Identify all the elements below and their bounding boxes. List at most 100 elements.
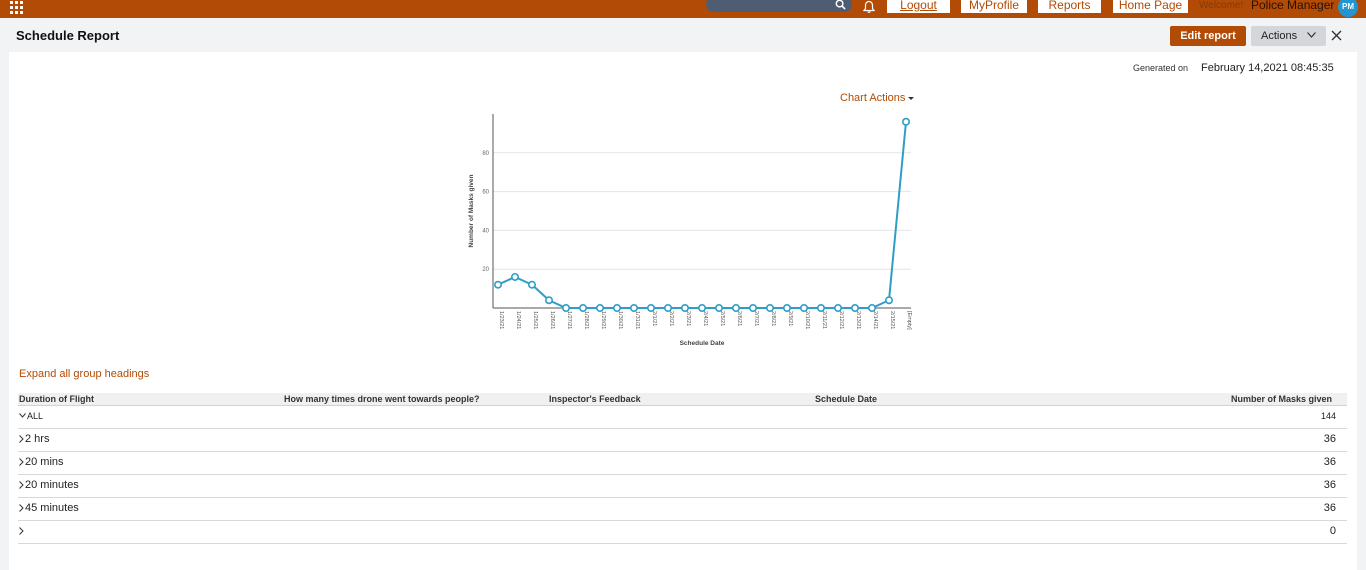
data-point: [562, 304, 571, 313]
data-point: [528, 280, 537, 289]
chart-actions-label: Chart Actions: [840, 92, 906, 104]
x-tick-label: 2/4/21: [702, 311, 708, 326]
top-navigation-bar: Logout MyProfile Reports Home Page Welco…: [0, 0, 1366, 18]
chevron-right-icon: [19, 458, 24, 466]
group-value: 36: [1323, 456, 1336, 468]
reports-link[interactable]: Reports: [1038, 0, 1101, 13]
x-tick-label: 2/13/21: [855, 311, 861, 329]
data-point: [630, 304, 639, 313]
data-point: [579, 304, 588, 313]
chevron-right-icon: [19, 527, 24, 535]
close-icon[interactable]: [1331, 30, 1342, 41]
series-line: [497, 121, 907, 309]
data-point: [799, 304, 808, 313]
data-point: [681, 304, 690, 313]
data-point: [833, 304, 842, 313]
data-point: [816, 304, 825, 313]
group-label-text: ALL: [27, 411, 44, 421]
x-tick-label: 2/2/21: [668, 311, 674, 326]
data-point: [867, 304, 876, 313]
report-table: Duration of Flight How many times drone …: [18, 393, 1347, 544]
group-row-all[interactable]: ALL 144: [18, 406, 1347, 429]
x-tick-label: 1/24/21: [515, 311, 521, 329]
chevron-right-icon: [19, 504, 24, 512]
group-label-text: 20 minutes: [25, 479, 79, 491]
x-tick-label: 2/14/21: [872, 311, 878, 329]
actions-menu-button[interactable]: Actions: [1251, 26, 1326, 46]
notification-bell-icon[interactable]: [862, 0, 876, 14]
group-label: [19, 525, 25, 537]
x-tick-label: 2/5/21: [719, 311, 725, 326]
data-point: [698, 304, 707, 313]
edit-report-button[interactable]: Edit report: [1170, 26, 1246, 46]
group-value: 36: [1323, 502, 1336, 514]
group-label-text: 20 mins: [25, 456, 64, 468]
x-axis-label: Schedule Date: [680, 340, 725, 347]
column-header-duration[interactable]: Duration of Flight: [19, 393, 94, 406]
column-header-masks[interactable]: Number of Masks given: [1231, 393, 1332, 406]
group-value: 144: [1320, 411, 1336, 421]
x-tick-label: 1/30/21: [617, 311, 623, 329]
group-row[interactable]: 20 minutes 36: [18, 475, 1347, 498]
x-tick-label: 1/26/21: [549, 311, 555, 329]
column-header-feedback[interactable]: Inspector's Feedback: [549, 393, 641, 406]
data-point: [782, 304, 791, 313]
column-header-schedule-date[interactable]: Schedule Date: [815, 393, 877, 406]
group-row[interactable]: 20 mins 36: [18, 452, 1347, 475]
group-value: 0: [1329, 525, 1336, 537]
data-point: [748, 304, 757, 313]
data-point: [664, 304, 673, 313]
data-point: [884, 296, 893, 305]
group-value: 36: [1323, 479, 1336, 491]
group-label-text: 45 minutes: [25, 502, 79, 514]
x-tick-label: 2/1/21: [651, 311, 657, 326]
user-avatar[interactable]: PM: [1338, 0, 1358, 17]
page-title: Schedule Report: [16, 28, 120, 43]
generated-on-value: February 14,2021 08:45:35: [1201, 62, 1334, 74]
group-label: ALL: [19, 411, 43, 421]
welcome-text: Welcome!: [1199, 0, 1244, 11]
x-tick-label: 1/29/21: [600, 311, 606, 329]
group-value: 36: [1323, 433, 1336, 445]
app-launcher-grid-icon[interactable]: [10, 1, 23, 14]
x-tick-label: 2/12/21: [838, 311, 844, 329]
caret-down-icon: [908, 96, 915, 100]
masks-line-chart: 20 40 60 80 Number of Masks given 1/23/21 1/24…: [468, 114, 912, 347]
global-search[interactable]: [706, 0, 852, 12]
y-tick-label: 60: [482, 190, 489, 196]
chevron-right-icon: [19, 435, 24, 443]
actions-label: Actions: [1261, 30, 1298, 42]
search-icon[interactable]: [835, 0, 846, 10]
chevron-down-icon: [1307, 32, 1316, 38]
column-header-drone-count[interactable]: How many times drone went towards people…: [284, 393, 480, 406]
my-profile-link[interactable]: MyProfile: [961, 0, 1027, 13]
data-point: [714, 304, 723, 313]
data-point: [510, 272, 519, 281]
chart-actions-menu[interactable]: Chart Actions: [840, 92, 915, 104]
expand-all-groups-link[interactable]: Expand all group headings: [19, 368, 149, 380]
home-page-link[interactable]: Home Page: [1113, 0, 1188, 13]
data-point: [493, 280, 502, 289]
x-tick-label: 2/7/21: [753, 311, 759, 326]
search-input[interactable]: [714, 0, 832, 12]
x-tick-label: 2/10/21: [804, 311, 810, 329]
group-label: 20 minutes: [19, 479, 79, 491]
group-row[interactable]: 2 hrs 36: [18, 429, 1347, 452]
data-point: [731, 304, 740, 313]
x-tick-label: 1/28/21: [583, 311, 589, 329]
chevron-down-icon: [19, 413, 26, 418]
x-tick-label: 2/8/21: [770, 311, 776, 326]
user-name[interactable]: Police Manager: [1251, 0, 1334, 12]
x-tick-label: 1/27/21: [566, 311, 572, 329]
group-label: 45 minutes: [19, 502, 79, 514]
logout-link[interactable]: Logout: [887, 0, 950, 13]
data-point: [901, 117, 910, 126]
group-label-text: 2 hrs: [25, 433, 50, 445]
x-tick-label: 1/31/21: [634, 311, 640, 329]
group-row[interactable]: 45 minutes 36: [18, 498, 1347, 521]
data-point: [613, 304, 622, 313]
group-row[interactable]: 0: [18, 521, 1347, 544]
x-tick-label: 2/15/21: [889, 311, 895, 329]
report-panel: Generated on February 14,2021 08:45:35 C…: [9, 52, 1357, 570]
x-tick-label: 2/9/21: [787, 311, 793, 326]
